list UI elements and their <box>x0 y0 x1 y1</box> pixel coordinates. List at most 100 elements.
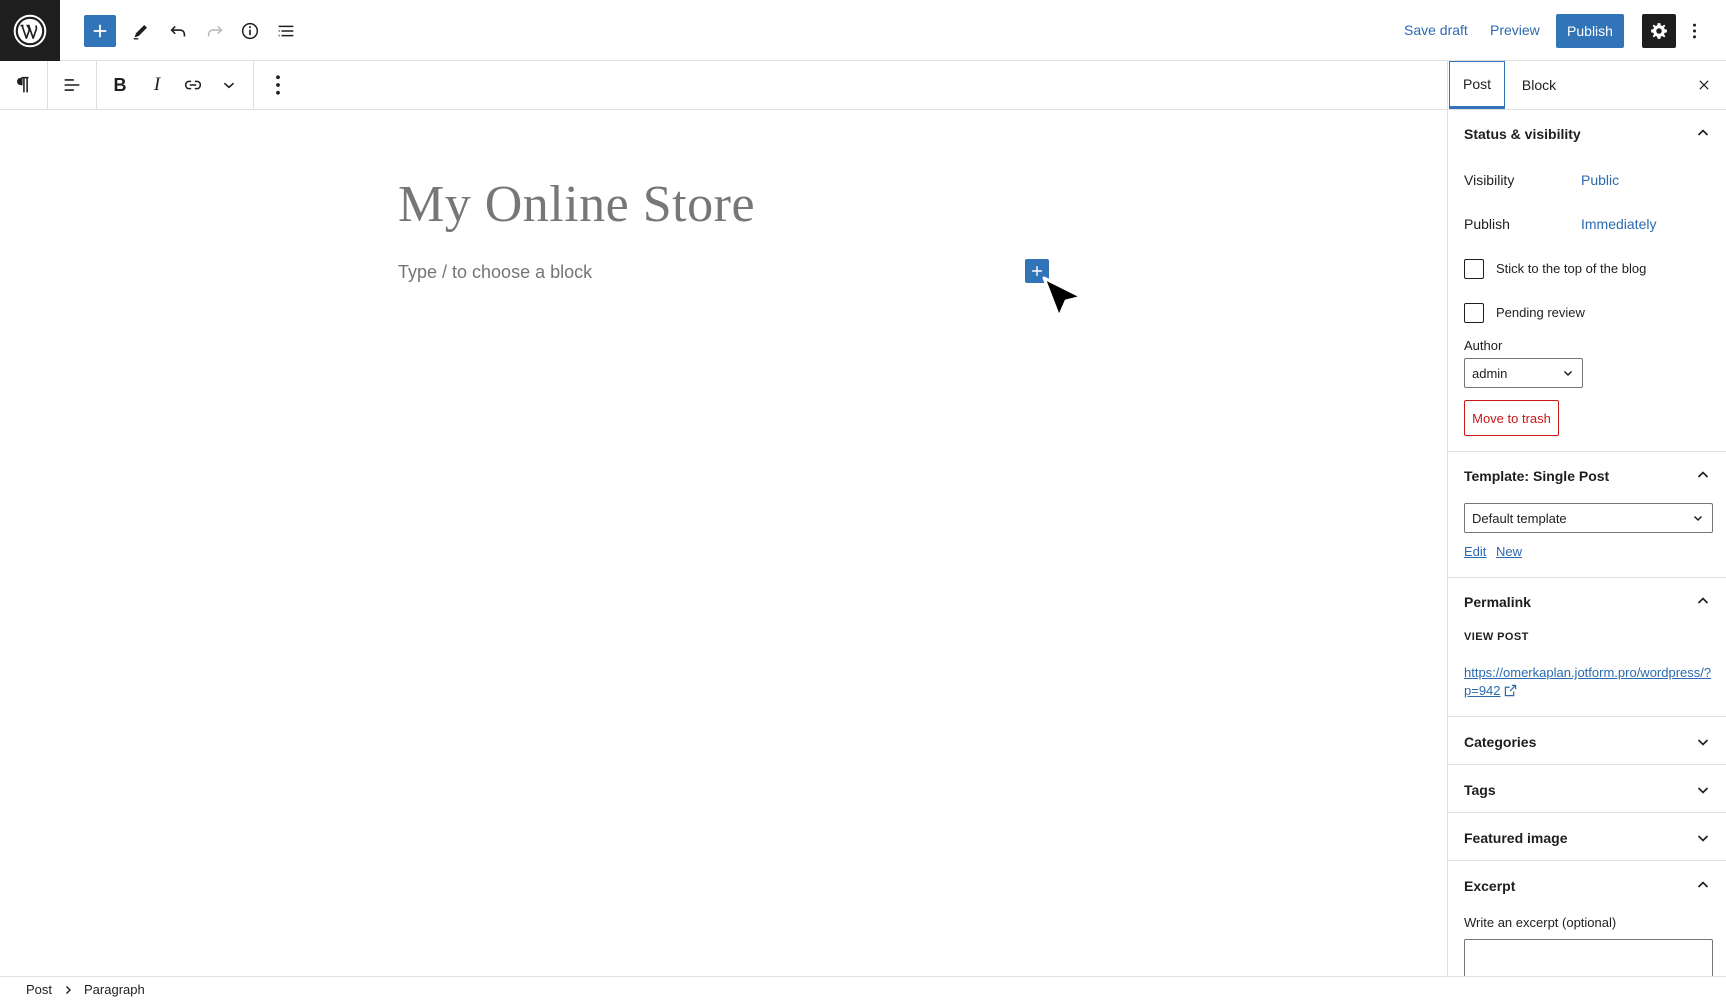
chevron-down-icon <box>1693 515 1703 522</box>
wordpress-logo-svg <box>13 14 47 47</box>
edit-template-link[interactable]: Edit <box>1464 544 1486 559</box>
editor-canvas[interactable]: My Online Store Type / to choose a block <box>0 110 1447 976</box>
status-visibility-heading[interactable]: Status & visibility <box>1464 126 1581 142</box>
chevron-down-icon <box>1563 370 1573 377</box>
tab-block[interactable]: Block <box>1512 61 1566 109</box>
close-sidebar-button[interactable] <box>1694 75 1714 95</box>
chevron-up-icon <box>1697 597 1709 604</box>
save-draft-button[interactable]: Save draft <box>1404 22 1468 38</box>
excerpt-label: Write an excerpt (optional) <box>1464 915 1617 930</box>
sidebar-tabs: Post Block <box>1448 61 1726 110</box>
vertical-ellipsis-icon <box>1692 23 1696 39</box>
permalink-url[interactable]: https://omerkaplan.jotform.pro/wordpress… <box>1464 665 1711 698</box>
italic-button[interactable]: I <box>141 69 173 101</box>
close-icon <box>1699 80 1709 90</box>
add-block-button[interactable] <box>84 15 116 47</box>
block-options-button[interactable] <box>264 69 292 101</box>
bold-button[interactable]: B <box>104 69 136 101</box>
undo-icon <box>170 25 186 37</box>
collapse-status-button[interactable] <box>1694 124 1712 142</box>
tab-post[interactable]: Post <box>1449 61 1505 109</box>
redo-button[interactable] <box>199 15 231 47</box>
pilcrow-icon <box>17 76 29 93</box>
sticky-checkbox[interactable] <box>1464 259 1484 279</box>
template-select[interactable]: Default template <box>1464 503 1713 533</box>
chevron-up-icon <box>1697 471 1709 478</box>
categories-heading[interactable]: Categories <box>1464 734 1536 750</box>
visibility-toggle[interactable]: Public <box>1581 172 1619 188</box>
chevron-down-icon <box>1697 739 1709 746</box>
collapse-excerpt-button[interactable] <box>1694 876 1712 894</box>
panel-divider <box>1448 716 1726 717</box>
excerpt-heading[interactable]: Excerpt <box>1464 878 1515 894</box>
wordpress-logo-icon[interactable] <box>0 0 60 61</box>
permalink-link[interactable]: https://omerkaplan.jotform.pro/wordpress… <box>1464 664 1714 700</box>
block-toolbar: B I <box>0 61 1447 110</box>
breadcrumb-post[interactable]: Post <box>26 982 52 997</box>
expand-featured-image-button[interactable] <box>1694 829 1712 847</box>
expand-tags-button[interactable] <box>1694 781 1712 799</box>
author-value: admin <box>1472 365 1508 381</box>
panel-divider <box>1448 812 1726 813</box>
link-button[interactable] <box>177 69 209 101</box>
panel-divider <box>1448 451 1726 452</box>
chevron-down-icon <box>1697 787 1709 794</box>
chevron-up-icon <box>1697 129 1709 136</box>
align-left-icon <box>64 79 80 91</box>
pending-review-label: Pending review <box>1496 305 1585 320</box>
external-link-icon <box>1504 684 1516 697</box>
pending-review-checkbox[interactable] <box>1464 303 1484 323</box>
settings-sidebar: Post Block Status & visibility Visibilit… <box>1447 61 1726 976</box>
italic-icon: I <box>153 74 161 95</box>
post-title[interactable]: My Online Store <box>398 175 755 234</box>
link-icon <box>184 80 202 90</box>
author-select[interactable]: admin <box>1464 358 1583 388</box>
paragraph-block-button[interactable] <box>8 69 38 101</box>
bold-icon: B <box>113 74 127 95</box>
publish-date-toggle[interactable]: Immediately <box>1581 216 1656 232</box>
panel-divider <box>1448 860 1726 861</box>
tags-heading[interactable]: Tags <box>1464 782 1496 798</box>
expand-categories-button[interactable] <box>1694 733 1712 751</box>
preview-button[interactable]: Preview <box>1490 22 1540 38</box>
more-formats-button[interactable] <box>214 69 244 101</box>
mouse-pointer-icon <box>1042 276 1084 319</box>
tools-button[interactable] <box>125 15 157 47</box>
move-to-trash-button[interactable]: Move to trash <box>1464 400 1559 436</box>
chevron-up-icon <box>1697 881 1709 888</box>
align-button[interactable] <box>56 69 88 101</box>
new-template-link[interactable]: New <box>1496 544 1522 559</box>
plus-icon <box>93 24 107 38</box>
block-breadcrumb: Post Paragraph <box>0 976 1726 1002</box>
info-icon <box>241 22 259 40</box>
panel-divider <box>1448 577 1726 578</box>
permalink-heading[interactable]: Permalink <box>1464 594 1531 610</box>
publish-button[interactable]: Publish <box>1556 14 1624 48</box>
pencil-icon <box>133 25 147 40</box>
featured-image-heading[interactable]: Featured image <box>1464 830 1567 846</box>
collapse-template-button[interactable] <box>1694 466 1712 484</box>
author-label: Author <box>1464 338 1503 353</box>
chevron-down-icon <box>1697 835 1709 842</box>
template-heading[interactable]: Template: Single Post <box>1464 468 1609 484</box>
options-button[interactable] <box>1684 15 1704 47</box>
toolbar-separator <box>96 61 97 109</box>
chevron-right-icon <box>66 986 71 994</box>
undo-button[interactable] <box>162 15 194 47</box>
view-post-label: VIEW POST <box>1464 631 1529 643</box>
redo-icon <box>207 25 223 37</box>
panel-divider <box>1448 764 1726 765</box>
chevron-down-icon <box>223 82 235 89</box>
list-view-button[interactable] <box>270 15 302 47</box>
details-button[interactable] <box>234 15 266 47</box>
collapse-permalink-button[interactable] <box>1694 592 1712 610</box>
visibility-label: Visibility <box>1464 172 1515 188</box>
toolbar-separator <box>253 61 254 109</box>
excerpt-textarea[interactable] <box>1464 939 1713 976</box>
publish-label: Publish <box>1464 216 1510 232</box>
template-value: Default template <box>1472 510 1567 526</box>
paragraph-placeholder[interactable]: Type / to choose a block <box>398 262 592 283</box>
breadcrumb-paragraph[interactable]: Paragraph <box>84 982 145 997</box>
toolbar-separator <box>47 61 48 109</box>
settings-button[interactable] <box>1642 14 1676 48</box>
